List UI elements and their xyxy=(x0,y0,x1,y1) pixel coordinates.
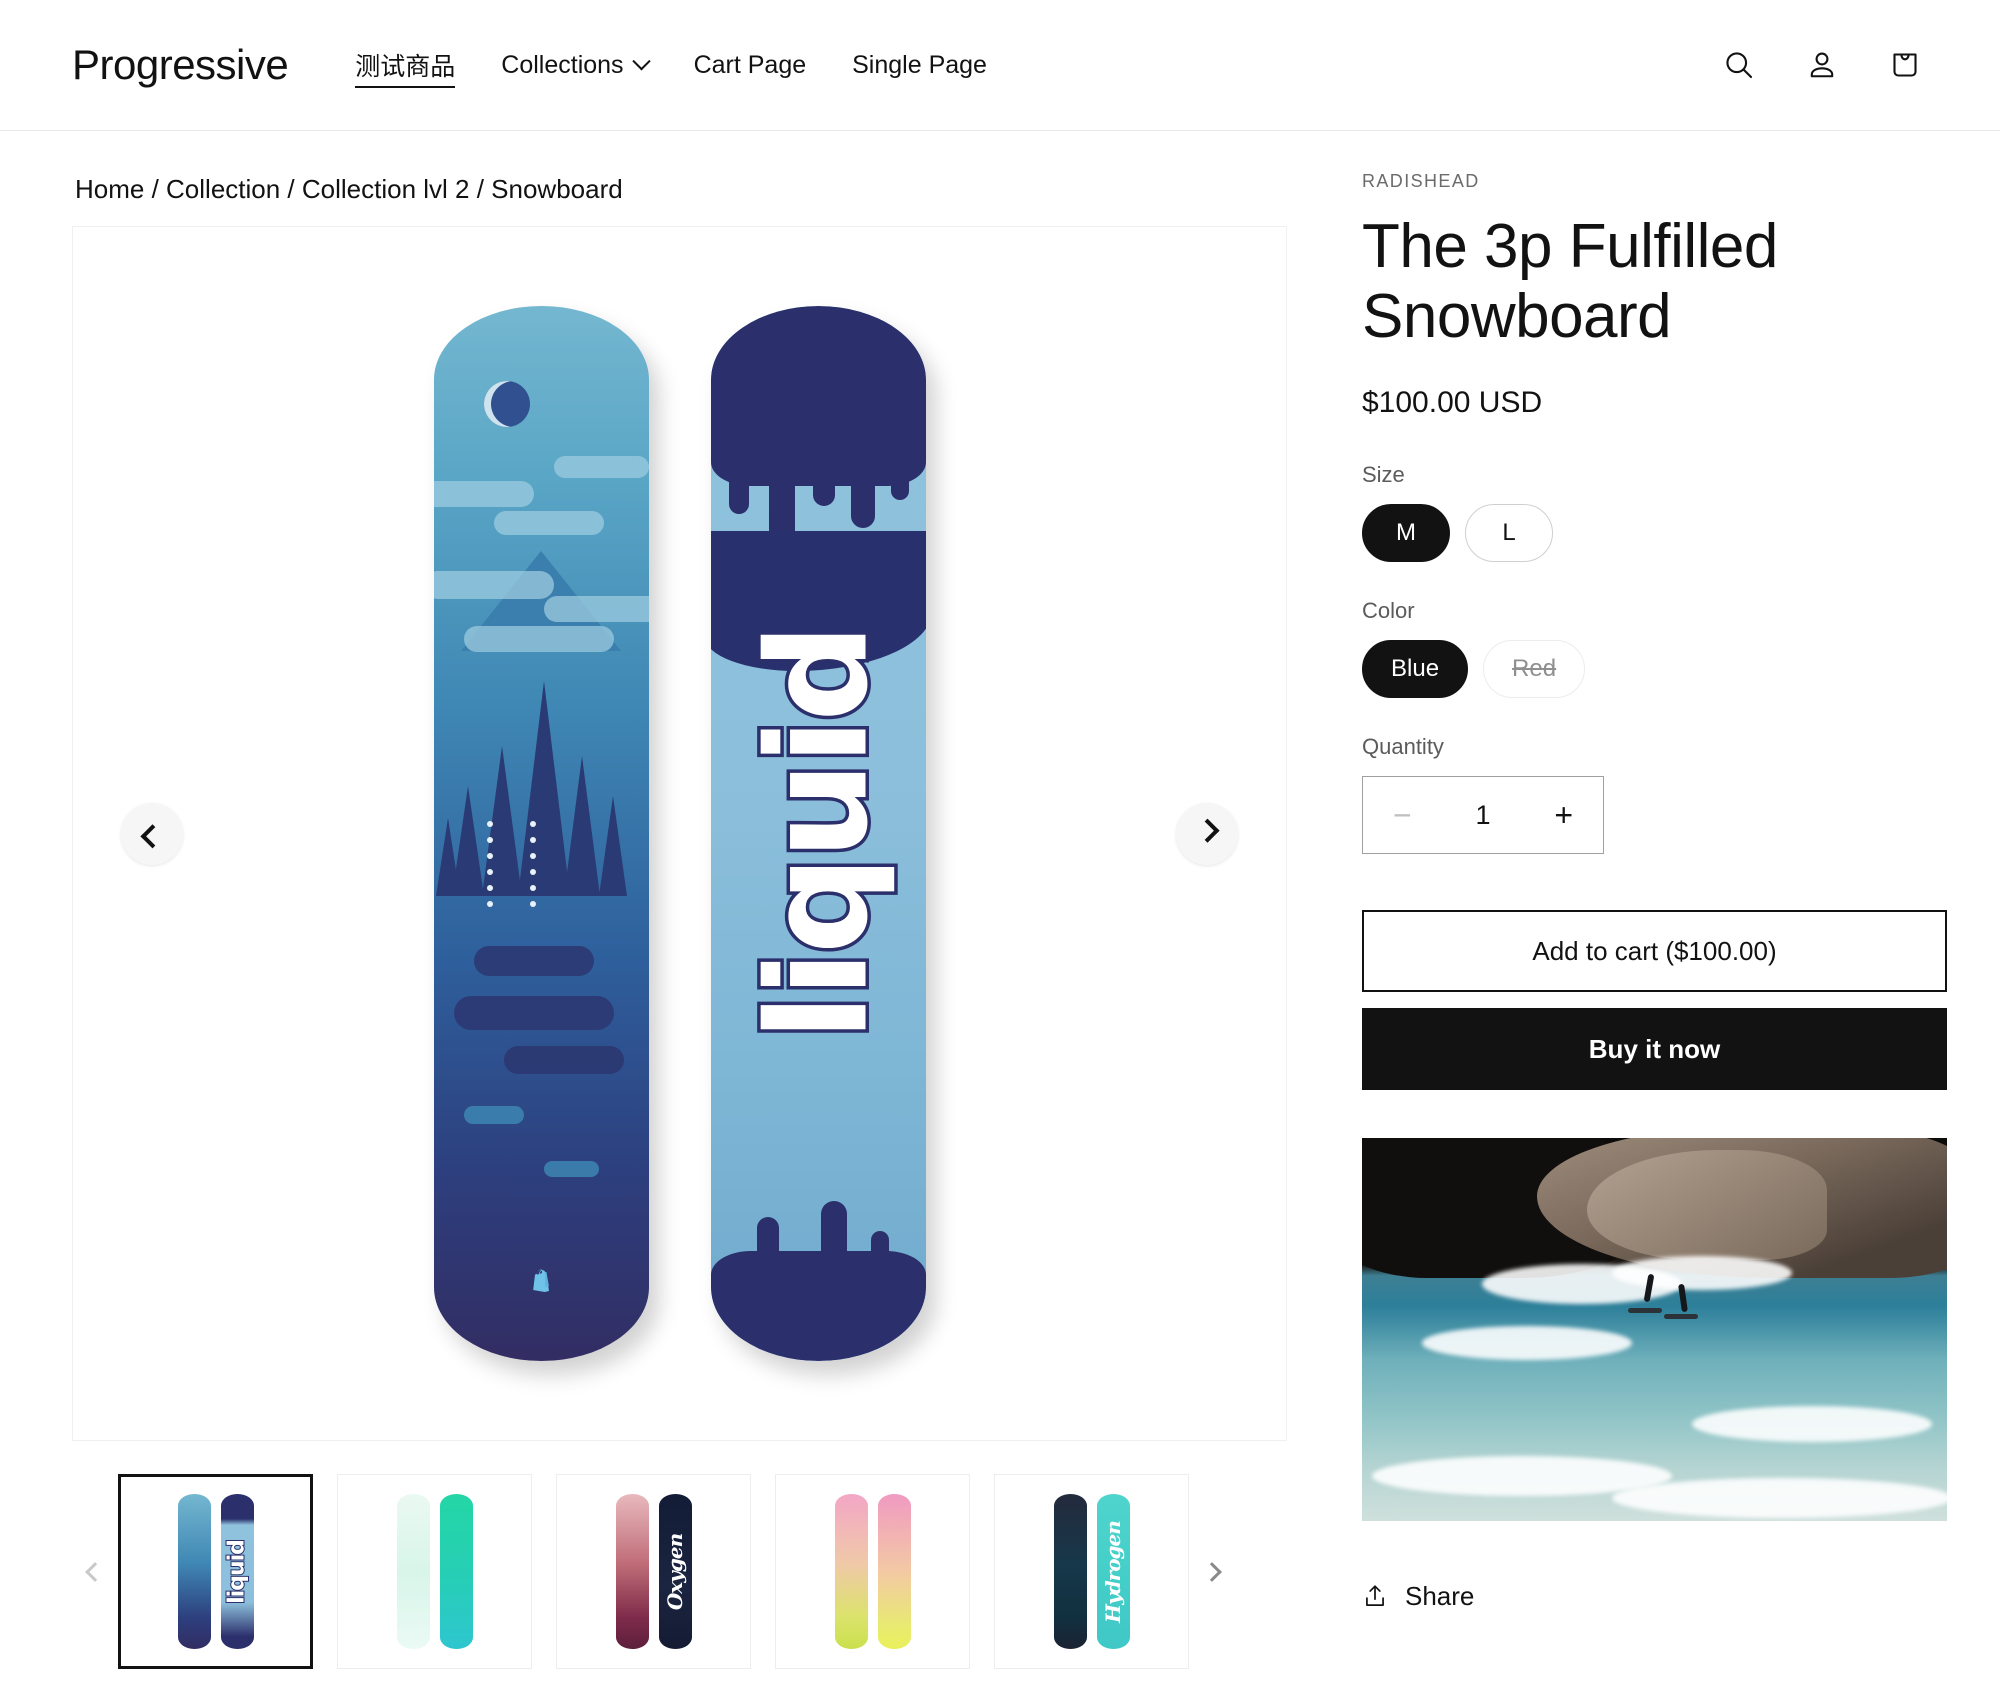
thumb-wordmark: liquid xyxy=(224,1539,251,1605)
chevron-left-icon xyxy=(139,824,165,849)
product-page: Home / Collection / Collection lvl 2 / S… xyxy=(0,131,2000,1669)
drip-shape-top xyxy=(710,306,926,486)
quantity-input[interactable]: 1 xyxy=(1475,800,1490,831)
surfboard-two xyxy=(1664,1314,1698,1320)
page-title: The 3p Fulfilled Snowboard xyxy=(1362,212,1778,352)
nav-item-label: Single Page xyxy=(852,50,987,79)
nav-item-label: Collections xyxy=(501,50,624,79)
nav-item-single-page[interactable]: Single Page xyxy=(852,47,987,84)
quantity-label: Quantity xyxy=(1362,734,1444,760)
thumb-wordmark: Oxygen xyxy=(663,1533,687,1610)
chevron-right-icon xyxy=(1202,1561,1222,1582)
site-logo[interactable]: Progressive xyxy=(72,41,289,89)
product-vendor: RADISHEAD xyxy=(1362,171,1480,191)
thumbnail-hydrogen[interactable]: Hydrogen xyxy=(994,1474,1189,1669)
thumb-wordmark: Hydrogen xyxy=(1101,1520,1125,1623)
board-wordmark: liquid xyxy=(734,623,902,1044)
thumbnail-teal[interactable] xyxy=(337,1474,532,1669)
thumbnail-oxygen[interactable]: Oxygen xyxy=(556,1474,751,1669)
shopify-logo-icon xyxy=(526,1267,556,1301)
share-label: Share xyxy=(1405,1581,1475,1612)
thumbnail-liquid[interactable]: liquid xyxy=(118,1474,313,1669)
thumbnail-sunset[interactable] xyxy=(775,1474,970,1669)
chevron-left-icon xyxy=(85,1561,105,1582)
product-main-image[interactable]: liquid xyxy=(72,226,1287,1441)
snowboard-front-face xyxy=(433,306,649,1361)
thumbnail-strip: liquid Oxygen Hydrogen xyxy=(72,1474,1287,1669)
product-price: $100.00 USD xyxy=(1362,386,1543,420)
buy-it-now-button[interactable]: Buy it now xyxy=(1362,1008,1947,1091)
nav-item-cart-page[interactable]: Cart Page xyxy=(694,47,807,84)
drip-shape-bottom xyxy=(710,1251,926,1361)
cart-icon[interactable] xyxy=(1885,45,1925,85)
snowboard-pair-illustration: liquid xyxy=(73,227,1286,1440)
chevron-down-icon xyxy=(631,51,651,70)
add-to-cart-button[interactable]: Add to cart ($100.00) xyxy=(1362,910,1947,993)
main-navigation: 测试商品 Collections Cart Page Single Page xyxy=(355,43,987,88)
size-option-l[interactable]: L xyxy=(1465,504,1553,563)
header-actions xyxy=(1719,45,1925,85)
search-icon[interactable] xyxy=(1719,45,1759,85)
color-option-group: Blue Red xyxy=(1362,640,1927,699)
thumbnail-list: liquid Oxygen Hydrogen xyxy=(118,1474,1189,1669)
color-option-blue[interactable]: Blue xyxy=(1362,640,1469,699)
thumbnail-next-button[interactable] xyxy=(1189,1561,1235,1582)
account-icon[interactable] xyxy=(1802,45,1842,85)
surfboard-one xyxy=(1628,1308,1662,1314)
size-option-label: Size xyxy=(1362,462,1405,488)
snow-dots-right xyxy=(530,811,586,917)
nav-item-collections[interactable]: Collections xyxy=(501,47,651,84)
size-option-group: M L xyxy=(1362,504,1927,563)
quantity-decrease-button[interactable]: − xyxy=(1393,799,1412,831)
quantity-increase-button[interactable]: + xyxy=(1554,799,1573,831)
product-gallery-column: Home / Collection / Collection lvl 2 / S… xyxy=(72,131,1287,1669)
nav-item-label: 测试商品 xyxy=(355,52,456,81)
color-option-red[interactable]: Red xyxy=(1483,640,1586,699)
gallery-prev-button[interactable] xyxy=(121,802,183,865)
product-info-column: RADISHEAD The 3p Fulfilled Snowboard $10… xyxy=(1287,131,1947,1669)
color-option-label: Color xyxy=(1362,598,1415,624)
size-option-m[interactable]: M xyxy=(1362,504,1450,563)
product-video[interactable] xyxy=(1362,1138,1947,1522)
moon-icon xyxy=(483,381,530,427)
share-icon xyxy=(1362,1583,1388,1611)
site-header: Progressive 测试商品 Collections Cart Page S… xyxy=(0,0,2000,131)
snowboard-back-face: liquid xyxy=(710,306,926,1361)
share-button[interactable]: Share xyxy=(1362,1581,1927,1612)
quantity-stepper: − 1 + xyxy=(1362,776,1604,855)
nav-item-label: Cart Page xyxy=(693,50,807,79)
breadcrumb[interactable]: Home / Collection / Collection lvl 2 / S… xyxy=(72,131,1287,226)
gallery-next-button[interactable] xyxy=(1176,802,1238,865)
thumbnail-prev-button[interactable] xyxy=(72,1561,118,1582)
nav-item-test-product[interactable]: 测试商品 xyxy=(355,43,456,88)
chevron-right-icon xyxy=(1194,818,1220,843)
